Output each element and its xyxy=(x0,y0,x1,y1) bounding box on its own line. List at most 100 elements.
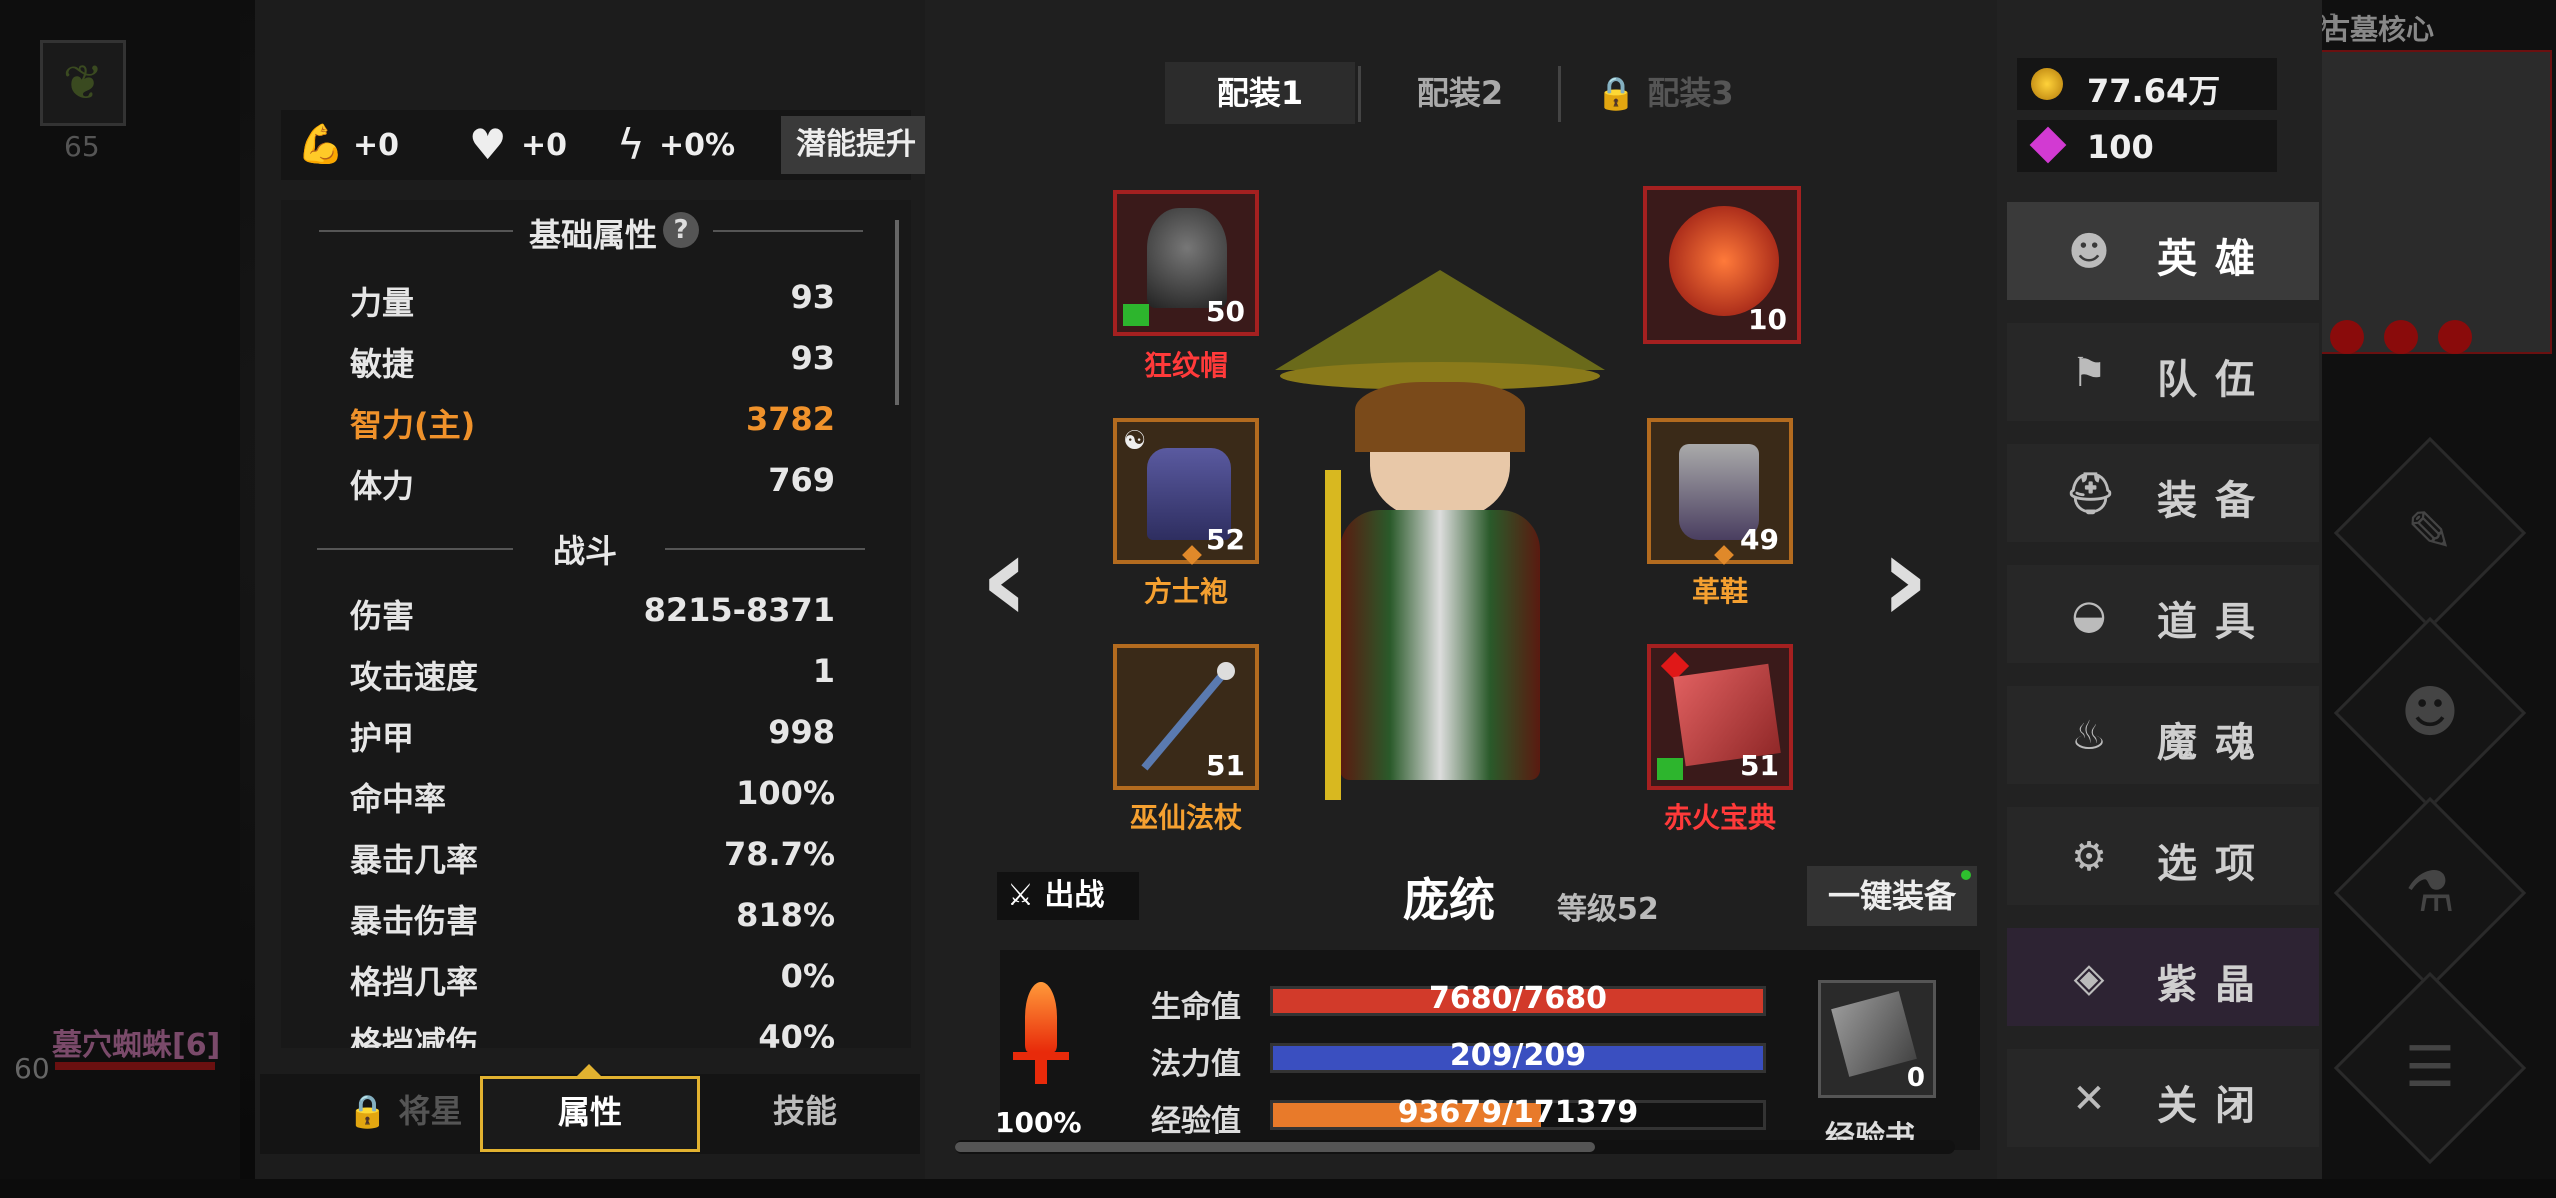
stat-label: 伤害 xyxy=(350,597,415,635)
stat-value: 100% xyxy=(736,774,835,812)
loadout-tab-1[interactable]: 配装1 xyxy=(1165,62,1355,124)
menu-amethyst[interactable]: ◈ 紫晶 xyxy=(2007,928,2319,1026)
item-name: 方士袍 xyxy=(1143,575,1228,608)
item-level: 52 xyxy=(1206,523,1245,556)
stat-row-block-chance: 格挡几率 0% xyxy=(350,949,835,1007)
people-icon: ☻ xyxy=(2400,680,2460,745)
quality-diamond-icon xyxy=(1182,545,1202,565)
left-counter: 65 xyxy=(64,130,100,163)
tab-label: 配装2 xyxy=(1416,74,1504,112)
tab-label: 属性 xyxy=(557,1093,622,1131)
people-icon: ☻ xyxy=(2068,229,2110,275)
skull-icon xyxy=(2384,320,2418,354)
equip-slot-book[interactable]: 51 xyxy=(1647,644,1793,790)
hero-portrait xyxy=(1275,270,1605,810)
loadout-tab-3[interactable]: 🔒 配装3 xyxy=(1565,62,1765,124)
deploy-label: 出战 xyxy=(1044,878,1105,913)
horizontal-scrollbar[interactable] xyxy=(955,1140,1955,1154)
equip-slot-armor[interactable]: ☯ 52 xyxy=(1113,418,1259,565)
tab-label: 技能 xyxy=(772,1092,837,1130)
purple-gem-icon xyxy=(2029,126,2067,164)
stat-value: 1 xyxy=(812,652,835,690)
hat-icon xyxy=(1275,270,1605,370)
help-icon[interactable]: ? xyxy=(663,212,699,248)
item-name: 巫仙法杖 xyxy=(1129,801,1242,834)
divider xyxy=(665,548,865,550)
power-grip xyxy=(1035,1060,1047,1084)
tab-label: 配装1 xyxy=(1216,74,1304,112)
potential-button[interactable]: 潜能提升 xyxy=(781,116,931,174)
auto-equip-button[interactable]: 一键装备 xyxy=(1807,866,1977,926)
mp-label: 法力值 xyxy=(1151,1047,1241,1082)
stat-label: 力量 xyxy=(350,284,415,322)
menu-close[interactable]: ✕ 关闭 xyxy=(2007,1049,2319,1147)
menu-label: 英雄 xyxy=(2157,236,2273,282)
stat-value: 78.7% xyxy=(723,835,835,873)
equip-slot-helmet[interactable]: 50 xyxy=(1113,190,1259,336)
exp-bar: 93679/171379 xyxy=(1270,1095,1766,1130)
minimap[interactable] xyxy=(2318,50,2552,354)
equip-slot-boots[interactable]: 49 xyxy=(1647,418,1793,565)
menu-options[interactable]: ⚙ 选项 xyxy=(2007,807,2319,905)
next-hero-arrow[interactable]: › xyxy=(1880,520,1929,640)
tab-attributes[interactable]: 属性 xyxy=(480,1076,700,1152)
mp-bar: 209/209 xyxy=(1270,1038,1766,1073)
tab-label: 配装3 xyxy=(1647,74,1734,112)
menu-label: 关闭 xyxy=(2157,1083,2273,1129)
stat-label: 格挡减伤 xyxy=(350,1024,479,1048)
mp-text: 209/209 xyxy=(1449,1038,1587,1073)
menu-soul[interactable]: ♨ 魔魂 xyxy=(2007,686,2319,784)
enemy-level: 60 xyxy=(14,1052,50,1085)
stat-row-hit-rate: 命中率 100% xyxy=(350,766,835,824)
stat-row-strength: 力量 93 xyxy=(350,270,835,328)
equip-slot-pet[interactable]: 10 xyxy=(1643,186,1801,344)
equip-slot-weapon[interactable]: 51 xyxy=(1113,644,1259,790)
scrollbar-thumb[interactable] xyxy=(955,1142,1595,1152)
menu-hero[interactable]: ☻ 英雄 xyxy=(2007,202,2319,300)
item-name: 赤火宝典 xyxy=(1663,801,1776,834)
menu-team[interactable]: ⚑ 队伍 xyxy=(2007,323,2319,421)
hero-staff xyxy=(1325,470,1341,800)
combat-title: 战斗 xyxy=(553,532,618,570)
scrollbar[interactable] xyxy=(895,220,899,405)
exp-text: 93679/171379 xyxy=(1397,1095,1639,1130)
stat-row-agility: 敏捷 93 xyxy=(350,331,835,389)
selected-tab-indicator xyxy=(577,1064,601,1076)
divider xyxy=(317,548,513,550)
speed-bonus: +0% xyxy=(659,128,736,163)
stat-value: 40% xyxy=(758,1018,835,1048)
world-left-edge: ❦ 65 墓穴蜘蛛[6] 60 xyxy=(0,0,240,1179)
stat-row-crit-chance: 暴击几率 78.7% xyxy=(350,827,835,885)
skull-icon xyxy=(2438,320,2472,354)
tab-skills[interactable]: 技能 xyxy=(705,1078,905,1148)
orb-icon xyxy=(1217,662,1235,680)
item-name: 狂纹帽 xyxy=(1143,349,1228,382)
basic-attrs-title: 基础属性 xyxy=(529,216,658,254)
deploy-button[interactable]: ⚔ 出战 xyxy=(997,872,1139,920)
stat-value: 769 xyxy=(768,461,835,499)
gold-coin-icon xyxy=(2031,68,2063,100)
gear-icon: ⚙ xyxy=(2071,834,2107,880)
power-flame xyxy=(1025,982,1057,1052)
menu-items[interactable]: ◒ 道具 xyxy=(2007,565,2319,663)
menu-equipment[interactable]: ⛑ 装备 xyxy=(2007,444,2319,542)
books-icon xyxy=(1831,991,1917,1077)
skull-icon xyxy=(2330,320,2364,354)
lock-icon: 🔒 xyxy=(347,1092,388,1130)
item-level: 51 xyxy=(1740,749,1779,782)
hero-robe xyxy=(1340,510,1540,780)
loadout-tab-2[interactable]: 配装2 xyxy=(1365,62,1555,124)
power-hilt xyxy=(1013,1052,1069,1060)
item-level: 50 xyxy=(1206,295,1245,328)
equipment-panel: 配装1 配装2 🔒 配装3 ‹ › 50 狂纹帽 ☯ 52 方士袍 51 巫仙法… xyxy=(925,0,1997,1179)
stat-value: 818% xyxy=(736,896,835,934)
demon-icon xyxy=(1669,206,1779,316)
tab-label: 将星 xyxy=(398,1092,463,1130)
quality-diamond-icon xyxy=(1714,545,1734,565)
helmet-icon: ⛑ xyxy=(2065,471,2116,517)
list-icon: ☰ xyxy=(2404,1035,2456,1100)
prev-hero-arrow[interactable]: ‹ xyxy=(980,520,1029,640)
exp-book-slot[interactable]: 0 xyxy=(1818,980,1936,1098)
hero-name: 庞统 xyxy=(1403,873,1495,927)
exp-label: 经验值 xyxy=(1151,1104,1241,1139)
